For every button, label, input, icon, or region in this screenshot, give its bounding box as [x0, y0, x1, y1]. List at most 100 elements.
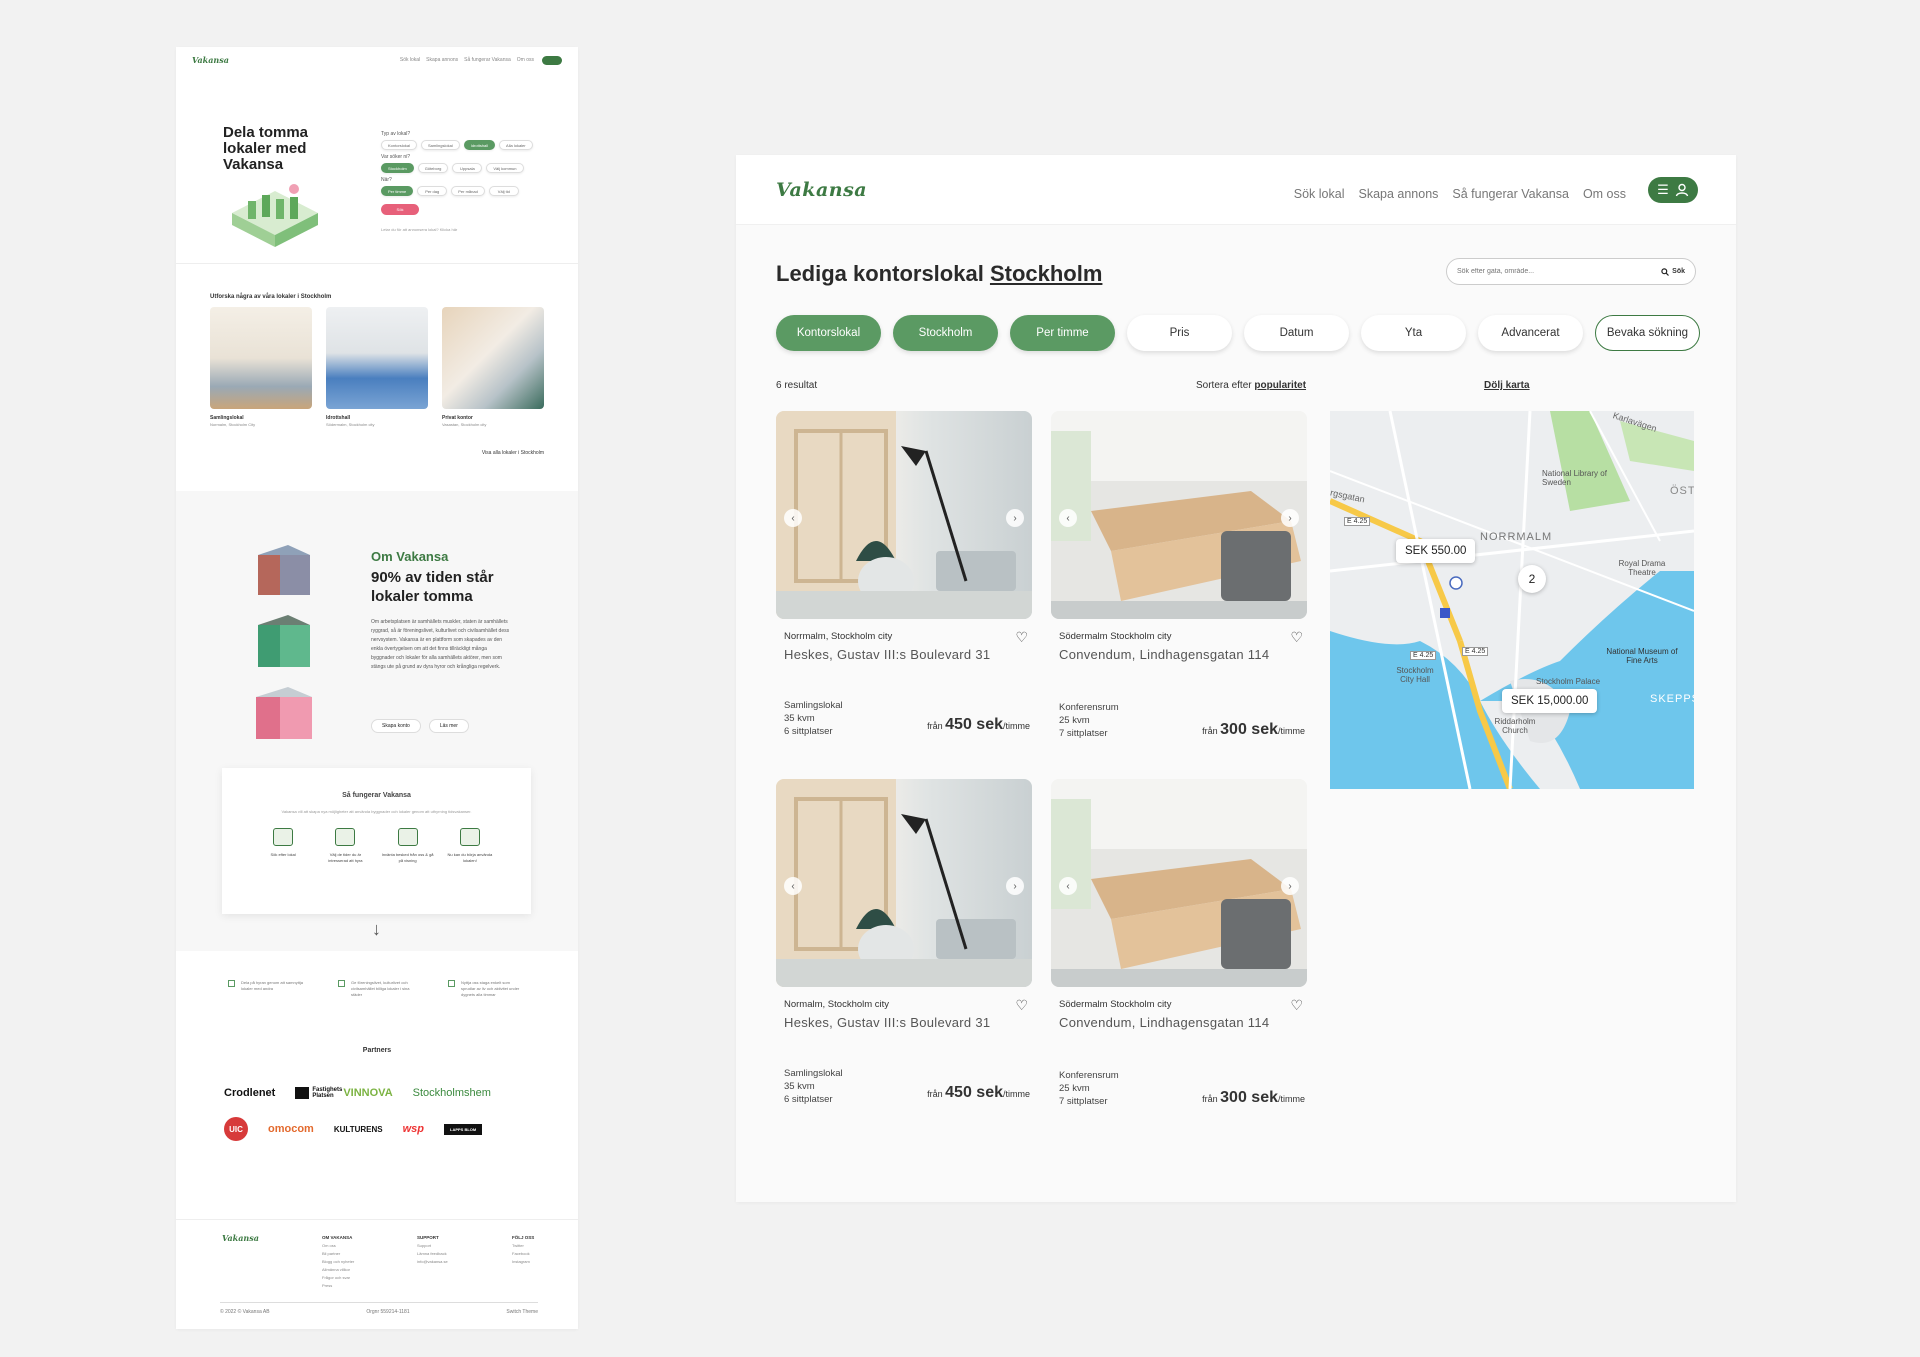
partner-logo[interactable]: KULTURENS	[334, 1125, 383, 1134]
footer-logo[interactable]: Vakansa	[222, 1233, 259, 1243]
listing-card[interactable]: ‹ › Norrmalm, Stockholm city ♡ Heskes, G…	[776, 411, 1032, 741]
chip-kontorslokal[interactable]: Kontorslokal	[381, 140, 418, 150]
listing-card[interactable]: ‹ › Normalm, Stockholm city ♡ Heskes, Gu…	[776, 779, 1032, 1109]
listing-photo[interactable]: ‹ ›	[1051, 411, 1307, 619]
chip-goteborg[interactable]: Göteborg	[417, 163, 449, 173]
filter-pris[interactable]: Pris	[1127, 315, 1232, 351]
title-city-link[interactable]: Stockholm	[990, 261, 1102, 286]
next-photo-icon[interactable]: ›	[1006, 877, 1024, 895]
chip-per-manad[interactable]: Per månad	[451, 186, 485, 196]
listing-photo[interactable]: ‹ ›	[776, 411, 1032, 619]
map-price-pin[interactable]: SEK 550.00	[1396, 539, 1476, 563]
filter-advancerat[interactable]: Advancerat	[1478, 315, 1583, 351]
create-account-button[interactable]: Skapa konto	[371, 719, 421, 733]
filter-per-timme[interactable]: Per timme	[1010, 315, 1115, 351]
explore-card[interactable]: Samlingslokal Normalm, Stockholm City	[210, 307, 312, 427]
filter-stockholm[interactable]: Stockholm	[893, 315, 998, 351]
listing-title[interactable]: Heskes, Gustav III:s Boulevard 31	[784, 1015, 990, 1030]
partner-logo[interactable]: Stockholmshem	[413, 1087, 491, 1099]
filter-datum[interactable]: Datum	[1244, 315, 1349, 351]
prev-photo-icon[interactable]: ‹	[1059, 877, 1077, 895]
favorite-heart-icon[interactable]: ♡	[1290, 629, 1303, 646]
step-label: Välj de tider du är intresserad att hyra	[328, 852, 363, 863]
twitter-link[interactable]: Twitter	[512, 1242, 567, 1250]
listing-photo[interactable]: ‹ ›	[1051, 779, 1307, 987]
footer-link[interactable]: Bli partner	[322, 1250, 377, 1258]
facebook-link[interactable]: Facebook	[512, 1250, 567, 1258]
listing-title[interactable]: Convendum, Lindhagensgatan 114	[1059, 647, 1269, 662]
footer-link[interactable]: Press	[322, 1282, 377, 1290]
partner-logo[interactable]: wsp	[403, 1123, 424, 1135]
mini-search-button[interactable]: Sök	[381, 204, 419, 215]
partner-logo[interactable]: VINNOVA	[343, 1087, 392, 1099]
prev-photo-icon[interactable]: ‹	[784, 509, 802, 527]
mini-nav-sok[interactable]: Sök lokal	[400, 57, 420, 63]
switch-theme-link[interactable]: Switch Theme	[506, 1309, 538, 1315]
chip-per-dag[interactable]: Per dag	[417, 186, 448, 196]
chip-alla-lokaler[interactable]: Alla lokaler	[499, 140, 533, 150]
mini-menu-button[interactable]	[542, 55, 562, 65]
save-search-button[interactable]: Bevaka sökning	[1595, 315, 1700, 351]
mini-nav-sa-fungerar[interactable]: Så fungerar Vakansa	[464, 57, 511, 63]
chip-stockholm[interactable]: Stockholm	[381, 163, 414, 173]
nav-skapa-annons[interactable]: Skapa annons	[1358, 187, 1438, 201]
nav-om-oss[interactable]: Om oss	[1583, 187, 1626, 201]
listing-title[interactable]: Convendum, Lindhagensgatan 114	[1059, 1015, 1269, 1030]
chip-per-timme[interactable]: Per timme	[381, 186, 414, 196]
partner-logo[interactable]: LAPPS BLOM	[444, 1123, 483, 1135]
filter-kontorslokal[interactable]: Kontorslokal	[776, 315, 881, 351]
sort-value[interactable]: popularitet	[1254, 380, 1306, 391]
listing-details: Samlingslokal 35 kvm 6 sittplatser	[784, 699, 843, 738]
explore-card[interactable]: Idrottshall Södermalm, Stockholm city	[326, 307, 428, 427]
search-button[interactable]: Sök	[1661, 267, 1685, 276]
chip-idrottshall[interactable]: Idrottshall	[463, 140, 496, 150]
footer-link[interactable]: Support	[417, 1242, 472, 1250]
prev-photo-icon[interactable]: ‹	[1059, 509, 1077, 527]
footer-link[interactable]: Om oss	[322, 1242, 377, 1250]
mini-note[interactable]: Letar du för att annonsera lokal? Klicka…	[381, 227, 551, 232]
favorite-heart-icon[interactable]: ♡	[1015, 629, 1028, 646]
footer-link[interactable]: Lämna feedback	[417, 1250, 472, 1258]
hide-map-link[interactable]: Dölj karta	[1484, 380, 1530, 391]
instagram-link[interactable]: Instagram	[512, 1258, 567, 1266]
chip-valj-tid[interactable]: Välj tid	[488, 186, 519, 196]
footer-link[interactable]: Blogg och nyheter	[322, 1258, 377, 1266]
listing-title[interactable]: Heskes, Gustav III:s Boulevard 31	[784, 647, 990, 662]
nav-sa-fungerar[interactable]: Så fungerar Vakansa	[1452, 187, 1569, 201]
next-photo-icon[interactable]: ›	[1281, 509, 1299, 527]
read-more-button[interactable]: Läs mer	[428, 719, 469, 733]
partner-logo[interactable]: Fastighets Platsen	[295, 1087, 342, 1099]
search-input[interactable]	[1457, 268, 1662, 275]
sort-control[interactable]: Sortera efter popularitet	[1196, 380, 1306, 391]
footer-link[interactable]: info@vakansa.se	[417, 1258, 472, 1266]
chip-samlingslokal[interactable]: Samlingslokal	[421, 140, 460, 150]
partner-logo[interactable]: omocom	[268, 1123, 314, 1135]
menu-profile-button[interactable]: ☰	[1648, 177, 1698, 203]
favorite-heart-icon[interactable]: ♡	[1290, 997, 1303, 1014]
nav-sok-lokal[interactable]: Sök lokal	[1294, 187, 1345, 201]
results-map[interactable]: Karlavägen National Library of Sweden NO…	[1330, 411, 1694, 789]
next-photo-icon[interactable]: ›	[1281, 877, 1299, 895]
prev-photo-icon[interactable]: ‹	[784, 877, 802, 895]
logo[interactable]: Vakansa	[776, 179, 867, 201]
favorite-heart-icon[interactable]: ♡	[1015, 997, 1028, 1014]
listing-photo[interactable]: ‹ ›	[776, 779, 1032, 987]
mini-nav-skapa[interactable]: Skapa annons	[426, 57, 458, 63]
view-all-link[interactable]: Visa alla lokaler i Stockholm	[482, 450, 544, 456]
map-cluster-pin[interactable]: 2	[1518, 565, 1546, 593]
hide-map-label[interactable]: Dölj karta	[1484, 380, 1530, 391]
explore-card[interactable]: Privat kontor Vasastan, Stockholm city	[442, 307, 544, 427]
footer-link[interactable]: Allmänna villkor	[322, 1266, 377, 1274]
map-price-pin[interactable]: SEK 15,000.00	[1502, 689, 1598, 713]
mini-nav-om[interactable]: Om oss	[517, 57, 534, 63]
partner-logo[interactable]: UIC	[224, 1117, 248, 1141]
listing-card[interactable]: ‹ › Södermalm Stockholm city ♡ Convendum…	[1051, 411, 1307, 741]
chip-valj-kommun[interactable]: Välj kommun	[486, 163, 524, 173]
chip-uppsala[interactable]: Uppsala	[452, 163, 483, 173]
mini-logo[interactable]: Vakansa	[192, 55, 229, 65]
partner-logo[interactable]: Crodlenet	[224, 1087, 275, 1099]
footer-link[interactable]: Frågor och svar	[322, 1274, 377, 1282]
listing-card[interactable]: ‹ › Södermalm Stockholm city ♡ Convendum…	[1051, 779, 1307, 1109]
next-photo-icon[interactable]: ›	[1006, 509, 1024, 527]
filter-yta[interactable]: Yta	[1361, 315, 1466, 351]
